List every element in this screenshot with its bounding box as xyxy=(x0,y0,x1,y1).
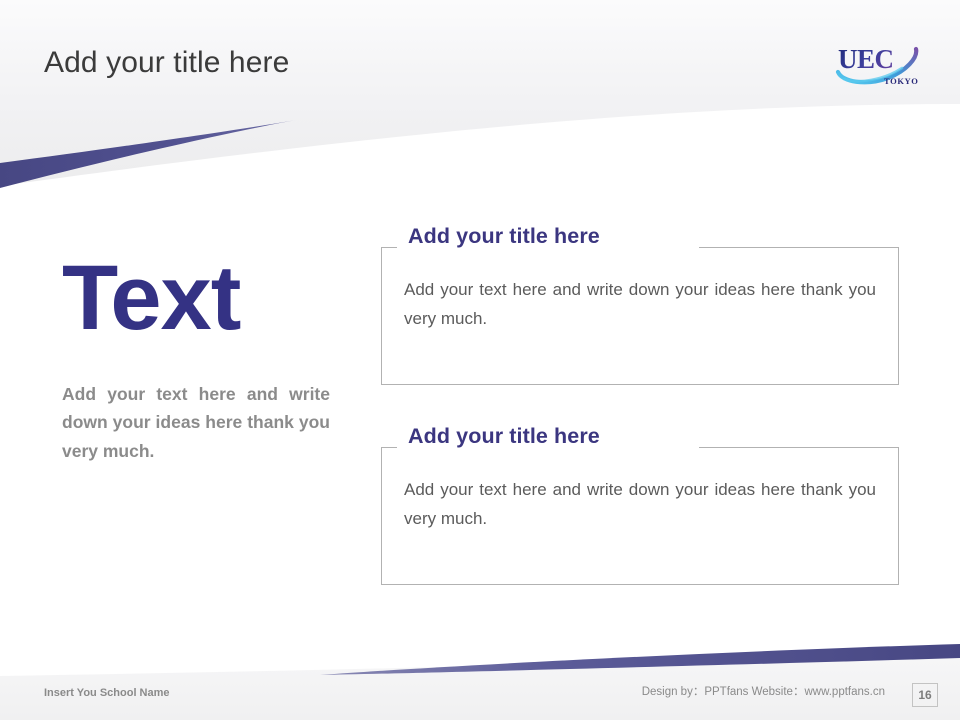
left-body-text: Add your text here and write down your i… xyxy=(62,384,330,461)
panel-2-body: Add your text here and write down your i… xyxy=(404,480,876,528)
page-title: Add your title here xyxy=(44,46,290,79)
footer-school-name: Insert You School Name xyxy=(44,687,170,699)
svg-text:UEC: UEC xyxy=(838,44,894,74)
content-panel-1: Add your title here Add your text here a… xyxy=(381,224,899,385)
content-panel-2: Add your title here Add your text here a… xyxy=(381,424,899,585)
slide-canvas: Add your title here UEC TOKYO Text Add y… xyxy=(0,0,960,720)
svg-text:TOKYO: TOKYO xyxy=(884,76,919,86)
panel-2-title: Add your title here xyxy=(408,424,600,448)
panel-1-title: Add your title here xyxy=(408,224,600,248)
footer-credit: Design by：PPTfans Website：www.pptfans.cn xyxy=(641,686,885,698)
uec-tokyo-logo: UEC TOKYO xyxy=(832,38,928,90)
left-column: Text Add your text here and write down y… xyxy=(62,252,330,465)
big-word-heading: Text xyxy=(62,247,241,349)
panel-1-body: Add your text here and write down your i… xyxy=(404,280,876,328)
header-decoration xyxy=(0,0,960,200)
footer-decoration xyxy=(0,644,960,720)
page-number-badge: 16 xyxy=(912,683,938,707)
